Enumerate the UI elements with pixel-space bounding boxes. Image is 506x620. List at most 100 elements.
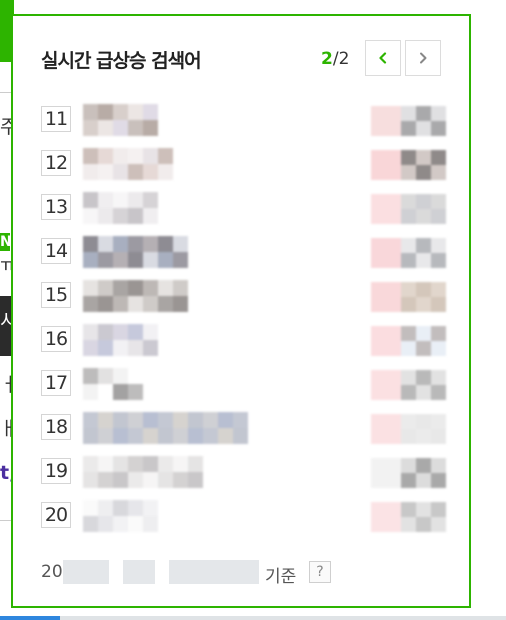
redaction-tile [83, 384, 98, 400]
redaction-tile [113, 148, 128, 164]
rank-number: 11 [41, 106, 71, 132]
redaction-tile [203, 412, 218, 428]
redaction-tile [386, 502, 401, 517]
chevron-right-icon [420, 52, 427, 64]
redacted-rank-change [371, 414, 446, 444]
redaction-tile [83, 192, 98, 208]
redaction-tile [416, 121, 431, 136]
redaction-tile [158, 456, 173, 472]
redaction-tile [128, 280, 143, 296]
redacted-rank-change [371, 238, 446, 268]
redaction-tile [416, 165, 431, 180]
redaction-tile [431, 517, 446, 532]
redaction-tile [113, 412, 128, 428]
trending-keyword-row[interactable]: 18 [41, 410, 461, 454]
redaction-tile [128, 340, 143, 356]
background-new-badge: N [0, 233, 10, 251]
redaction-tile [143, 412, 158, 428]
redaction-tile [431, 194, 446, 209]
trending-keyword-row[interactable]: 20 [41, 498, 461, 542]
redaction-tile [371, 121, 386, 136]
trending-keyword-row[interactable]: 15 [41, 278, 461, 322]
redacted-rank-change [371, 106, 446, 136]
redaction-tile [386, 473, 401, 488]
rank-number: 14 [41, 238, 71, 264]
rank-number: 17 [41, 370, 71, 396]
redaction-tile [173, 280, 188, 296]
redaction-tile [371, 370, 386, 385]
trending-keyword-row[interactable]: 12 [41, 146, 461, 190]
redaction-tile [98, 208, 113, 224]
trending-keyword-row[interactable]: 19 [41, 454, 461, 498]
previous-page-button[interactable] [365, 40, 401, 76]
redaction-tile [143, 516, 158, 532]
redaction-tile [143, 296, 158, 312]
redaction-tile [416, 458, 431, 473]
redaction-tile [386, 517, 401, 532]
redaction-tile [113, 192, 128, 208]
background-bottom-bar [0, 616, 506, 620]
trending-keyword-row[interactable]: 11 [41, 102, 461, 146]
redaction-tile [113, 340, 128, 356]
redaction-tile [128, 252, 143, 268]
redaction-tile [128, 516, 143, 532]
redaction-tile [113, 368, 128, 384]
redaction-tile [128, 192, 143, 208]
panel-title: 실시간 급상승 검색어 [41, 50, 202, 72]
redaction-tile [371, 502, 386, 517]
redaction-tile [83, 252, 98, 268]
redaction-tile [143, 340, 158, 356]
trending-keyword-row[interactable]: 17 [41, 366, 461, 410]
redaction-tile [143, 324, 158, 340]
rank-number: 12 [41, 150, 71, 176]
redaction-tile [158, 280, 173, 296]
redaction-tile [158, 164, 173, 180]
redacted-keyword [83, 410, 248, 446]
redaction-tile [113, 164, 128, 180]
redaction-tile [371, 209, 386, 224]
redaction-tile [401, 282, 416, 297]
redaction-tile [98, 412, 113, 428]
redaction-tile [83, 428, 98, 444]
redaction-tile [158, 412, 173, 428]
help-button[interactable]: ? [309, 561, 331, 583]
chevron-left-icon [379, 52, 387, 64]
redaction-tile [113, 324, 128, 340]
redaction-tile [83, 412, 98, 428]
redaction-tile [431, 341, 446, 356]
redaction-tile [143, 148, 158, 164]
update-time-prefix: 20 [41, 562, 63, 582]
redaction-tile [113, 104, 128, 120]
total-pages: /2 [332, 49, 350, 69]
redaction-tile [431, 282, 446, 297]
redaction-tile [431, 297, 446, 312]
redacted-keyword [83, 278, 188, 314]
redaction-tile [143, 192, 158, 208]
redaction-tile [416, 150, 431, 165]
redaction-tile [371, 326, 386, 341]
redaction-tile [431, 209, 446, 224]
redaction-tile [188, 412, 203, 428]
redaction-tile [143, 472, 158, 488]
redacted-keyword [83, 102, 158, 138]
trending-keyword-row[interactable]: 16 [41, 322, 461, 366]
next-page-button[interactable] [405, 40, 441, 76]
redaction-tile [128, 368, 143, 384]
redaction-tile [143, 280, 158, 296]
redaction-tile [83, 516, 98, 532]
redaction-tile [386, 106, 401, 121]
redaction-tile [386, 297, 401, 312]
trending-keyword-row[interactable]: 13 [41, 190, 461, 234]
redaction-tile [128, 428, 143, 444]
redaction-tile [83, 208, 98, 224]
redacted-keyword [83, 498, 158, 534]
trending-keyword-row[interactable]: 14 [41, 234, 461, 278]
redaction-tile [431, 253, 446, 268]
redaction-tile [431, 429, 446, 444]
redaction-tile [416, 414, 431, 429]
redaction-tile [401, 194, 416, 209]
redaction-tile [98, 428, 113, 444]
redaction-tile [401, 326, 416, 341]
redaction-tile [416, 517, 431, 532]
redaction-tile [386, 253, 401, 268]
